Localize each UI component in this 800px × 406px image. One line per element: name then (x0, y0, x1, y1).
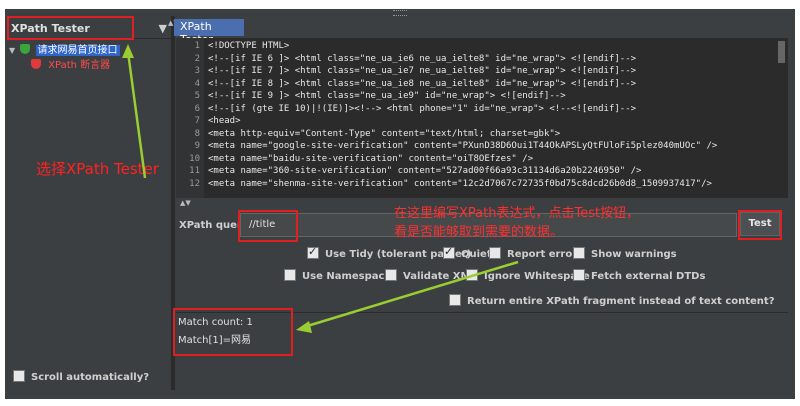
arrow-head-result (296, 321, 312, 333)
arrow-to-combo (126, 51, 147, 179)
annotation-arrows (122, 44, 519, 333)
arrow-head-combo (122, 44, 134, 58)
arrow-to-result (303, 260, 519, 329)
